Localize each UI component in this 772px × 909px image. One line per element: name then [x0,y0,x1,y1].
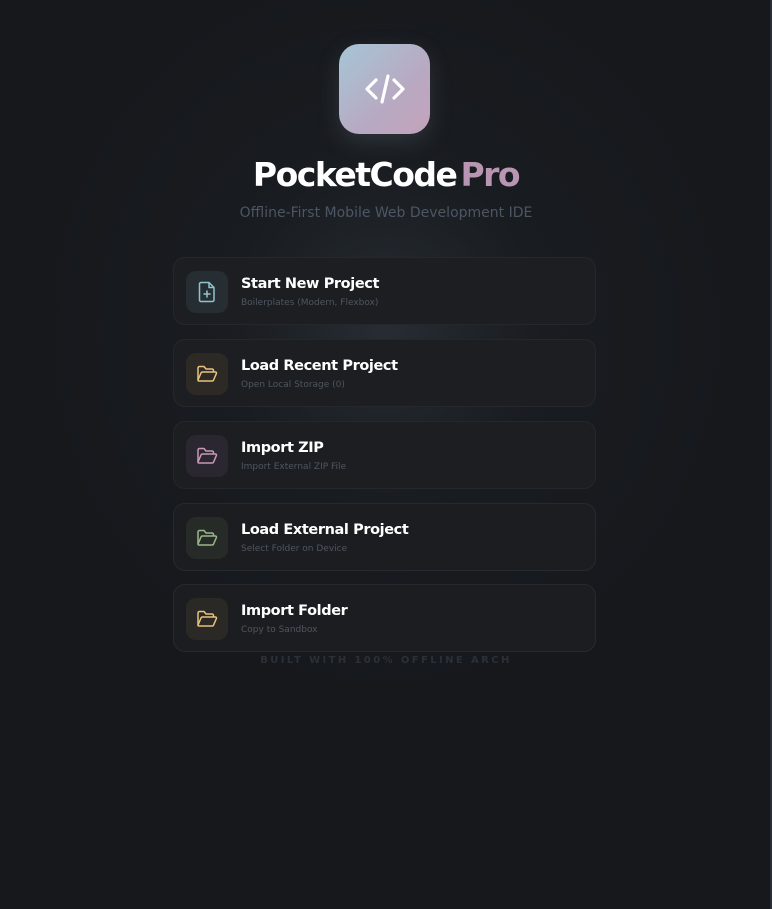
start-new-project-label: Start New Project [241,276,379,292]
load-external-project-icon-wrap [186,517,228,559]
folder-open-icon [197,610,218,627]
folder-open-icon [197,529,218,546]
import-folder-icon-wrap [186,598,228,640]
import-folder-button[interactable]: Import Folder Copy to Sandbox [173,584,596,652]
import-folder-label: Import Folder [241,603,348,619]
folder-open-icon [197,365,218,382]
app-title-accent: Pro [460,155,520,194]
start-new-project-description: Boilerplates (Modern, Flexbox) [241,298,379,308]
start-screen: PocketCode Pro Offline-First Mobile Web D… [0,0,772,909]
folder-open-icon [197,447,218,464]
load-recent-project-icon-wrap [186,353,228,395]
file-plus-icon [198,281,215,303]
app-logo [339,44,430,134]
import-zip-label: Import ZIP [241,440,324,456]
app-title: PocketCode Pro [0,155,772,194]
load-external-project-description: Select Folder on Device [241,544,348,554]
import-zip-button[interactable]: Import ZIP Import External ZIP File [173,421,596,489]
app-subtitle: Offline-First Mobile Web Development IDE [239,205,533,221]
code-icon [364,74,405,104]
load-external-project-button[interactable]: Load External Project Select Folder on D… [173,503,596,571]
load-recent-project-label: Load Recent Project [241,358,398,374]
app-title-main: PocketCode [252,155,458,194]
import-zip-description: Import External ZIP File [241,462,347,472]
start-new-project-icon-wrap [186,271,228,313]
start-new-project-button[interactable]: Start New Project Boilerplates (Modern, … [173,257,596,325]
import-zip-icon-wrap [186,435,228,477]
import-folder-description: Copy to Sandbox [241,625,318,635]
footer-tagline: BUILT WITH 100% OFFLINE ARCH [260,655,512,666]
load-external-project-label: Load External Project [241,522,409,538]
load-recent-project-description: Open Local Storage (0) [241,380,345,390]
load-recent-project-button[interactable]: Load Recent Project Open Local Storage (… [173,339,596,407]
